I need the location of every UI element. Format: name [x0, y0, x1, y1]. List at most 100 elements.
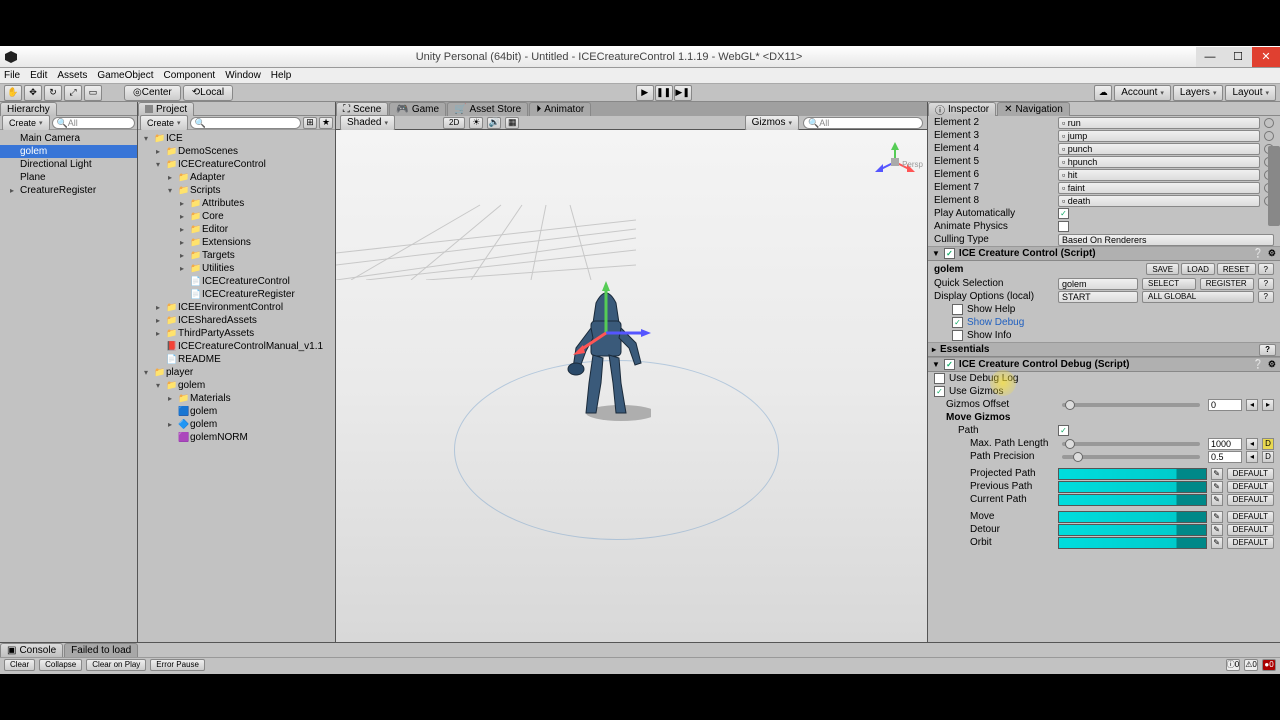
hierarchy-search-input[interactable]: 🔍All	[52, 117, 135, 129]
play-button[interactable]: ▶	[636, 85, 654, 101]
use-log-checkbox[interactable]	[934, 373, 945, 384]
scene-viewport[interactable]: Persp	[336, 130, 927, 642]
element-field[interactable]: ▫ death	[1058, 195, 1260, 207]
disp-opt-dropdown[interactable]: START	[1058, 291, 1138, 303]
project-item[interactable]: 📄README	[138, 353, 335, 366]
scene-search-input[interactable]: 🔍All	[803, 117, 923, 129]
project-item[interactable]: ▸📁DemoScenes	[138, 145, 335, 158]
current-default-button[interactable]: DEFAULT	[1227, 494, 1274, 506]
show-help-checkbox[interactable]	[952, 304, 963, 315]
layout-dropdown[interactable]: Layout	[1225, 85, 1276, 101]
hierarchy-item[interactable]: Main Camera	[0, 132, 137, 145]
console-clear-button[interactable]: Clear	[4, 659, 35, 671]
show-info-checkbox[interactable]	[952, 330, 963, 341]
eyedrop-icon[interactable]: ✎	[1211, 494, 1223, 506]
inspector-scrollbar[interactable]	[1268, 146, 1280, 226]
pause-button[interactable]: ❚❚	[655, 85, 673, 101]
scene-tab[interactable]: ⛶ Scene	[336, 102, 388, 116]
precision-dec-button[interactable]: ◂	[1246, 451, 1258, 463]
project-item[interactable]: 📄ICECreatureControl	[138, 275, 335, 288]
precision-d-button[interactable]: D	[1262, 451, 1274, 463]
gizmos-offset-slider[interactable]	[1062, 403, 1200, 407]
scene-lighting-toggle[interactable]: ☀	[469, 117, 483, 129]
project-item[interactable]: ▸📁ICESharedAssets	[138, 314, 335, 327]
project-star-button[interactable]: ★	[319, 117, 333, 129]
hierarchy-tab[interactable]: Hierarchy	[0, 102, 57, 116]
help-icon[interactable]: ❔	[1253, 248, 1264, 259]
eyedrop-icon[interactable]: ✎	[1211, 537, 1223, 549]
element-field[interactable]: ▫ run	[1058, 117, 1260, 129]
menu-component[interactable]: Component	[164, 70, 216, 81]
disp-opt-all-button[interactable]: ALL GLOBAL	[1142, 291, 1254, 303]
max-path-dec-button[interactable]: ◂	[1246, 438, 1258, 450]
eyedrop-icon[interactable]: ✎	[1211, 468, 1223, 480]
console-collapse-button[interactable]: Collapse	[39, 659, 82, 671]
icc-component-header[interactable]: ▼✓ ICE Creature Control (Script) ❔⚙	[928, 246, 1280, 261]
project-item[interactable]: ▸📁Targets	[138, 249, 335, 262]
orbit-default-button[interactable]: DEFAULT	[1227, 537, 1274, 549]
shading-mode-dropdown[interactable]: Shaded	[340, 115, 395, 131]
warn-count[interactable]: ⚠0	[1244, 659, 1258, 671]
hand-tool-button[interactable]: ✋	[4, 85, 22, 101]
move-color[interactable]	[1058, 511, 1207, 523]
object-picker-icon[interactable]	[1264, 131, 1274, 141]
element-field[interactable]: ▫ faint	[1058, 182, 1260, 194]
project-filter-button[interactable]: ⊞	[303, 117, 317, 129]
project-item[interactable]: ▸📁Materials	[138, 392, 335, 405]
max-path-field[interactable]: 1000	[1208, 438, 1242, 450]
debug-enable-checkbox[interactable]: ✓	[944, 359, 955, 370]
scene-fx-toggle[interactable]: ▦	[505, 117, 519, 129]
pivot-local-toggle[interactable]: ⟲ Local	[183, 85, 233, 101]
element-field[interactable]: ▫ jump	[1058, 130, 1260, 142]
gear-icon[interactable]: ⚙	[1268, 359, 1276, 370]
failed-tab[interactable]: Failed to load	[64, 643, 138, 657]
project-item[interactable]: 📄ICECreatureRegister	[138, 288, 335, 301]
quick-sel-register-button[interactable]: REGISTER	[1200, 278, 1254, 290]
project-item[interactable]: ▸📁Adapter	[138, 171, 335, 184]
console-ep-button[interactable]: Error Pause	[150, 659, 205, 671]
essentials-header[interactable]: ▸Essentials?	[928, 342, 1280, 357]
projected-color[interactable]	[1058, 468, 1207, 480]
gizmos-offset-field[interactable]: 0	[1208, 399, 1242, 411]
project-item[interactable]: ▸📁Attributes	[138, 197, 335, 210]
project-item[interactable]: ▸🔷golem	[138, 418, 335, 431]
use-gizmos-checkbox[interactable]: ✓	[934, 386, 945, 397]
project-item[interactable]: ▸📁ThirdPartyAssets	[138, 327, 335, 340]
account-dropdown[interactable]: Account	[1114, 85, 1171, 101]
hierarchy-item[interactable]: golem	[0, 145, 137, 158]
precision-slider[interactable]	[1062, 455, 1200, 459]
current-color[interactable]	[1058, 494, 1207, 506]
precision-field[interactable]: 0.5	[1208, 451, 1242, 463]
quick-sel-help-button[interactable]: ?	[1258, 278, 1274, 290]
project-item[interactable]: 🟦golem	[138, 405, 335, 418]
rotate-tool-button[interactable]: ↻	[44, 85, 62, 101]
project-item[interactable]: ▾📁ICECreatureControl	[138, 158, 335, 171]
project-item[interactable]: ▸📁Utilities	[138, 262, 335, 275]
menu-file[interactable]: File	[4, 70, 20, 81]
project-item[interactable]: ▾📁golem	[138, 379, 335, 392]
hierarchy-item[interactable]: ▸CreatureRegister	[0, 184, 137, 197]
project-item[interactable]: 📕ICECreatureControlManual_v1.1	[138, 340, 335, 353]
orbit-color[interactable]	[1058, 537, 1207, 549]
eyedrop-icon[interactable]: ✎	[1211, 481, 1223, 493]
help-icon[interactable]: ❔	[1253, 359, 1264, 370]
play-auto-checkbox[interactable]: ✓	[1058, 208, 1069, 219]
project-item[interactable]: ▾📁ICE	[138, 132, 335, 145]
max-path-d-button[interactable]: D	[1262, 438, 1274, 450]
console-cop-button[interactable]: Clear on Play	[86, 659, 146, 671]
project-tree[interactable]: ▾📁ICE▸📁DemoScenes▾📁ICECreatureControl▸📁A…	[138, 130, 335, 642]
detour-color[interactable]	[1058, 524, 1207, 536]
scene-audio-toggle[interactable]: 🔊	[487, 117, 501, 129]
golem-character[interactable]	[561, 273, 651, 423]
icc-load-button[interactable]: LOAD	[1181, 263, 1215, 275]
offset-dec-button[interactable]: ◂	[1246, 399, 1258, 411]
move-tool-button[interactable]: ✥	[24, 85, 42, 101]
project-item[interactable]: ▾📁player	[138, 366, 335, 379]
inspector-tab[interactable]: ⓘ Inspector	[928, 102, 996, 116]
navigation-tab[interactable]: ✕ Navigation	[997, 102, 1070, 116]
info-count[interactable]: ⓘ0	[1226, 659, 1240, 671]
project-item[interactable]: ▸📁Extensions	[138, 236, 335, 249]
element-field[interactable]: ▫ hpunch	[1058, 156, 1260, 168]
scale-tool-button[interactable]: ⤢	[64, 85, 82, 101]
project-tab[interactable]: Project	[138, 102, 194, 116]
